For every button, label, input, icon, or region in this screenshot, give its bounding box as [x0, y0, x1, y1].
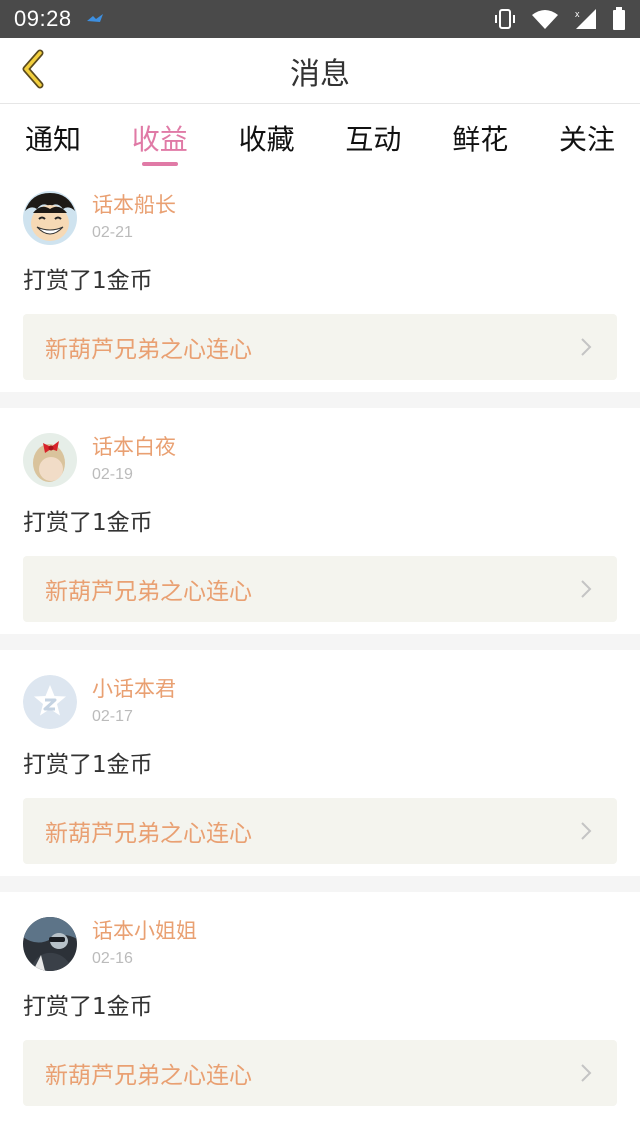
tab-3[interactable]: 互动: [345, 104, 401, 166]
message-text: 打赏了1金币: [23, 268, 153, 294]
card-divider: [0, 392, 640, 408]
book-link[interactable]: 新葫芦兄弟之心连心: [23, 798, 617, 864]
book-link[interactable]: 新葫芦兄弟之心连心: [23, 556, 617, 622]
status-time: 09:28: [14, 6, 72, 31]
book-link[interactable]: 新葫芦兄弟之心连心: [23, 1040, 617, 1106]
message-text: 打赏了1金币: [23, 994, 153, 1020]
tab-label: 收藏: [238, 123, 295, 156]
message-date: 02-21: [92, 224, 133, 241]
book-link[interactable]: 新葫芦兄弟之心连心: [23, 314, 617, 380]
avatar[interactable]: [23, 917, 77, 971]
card-divider: [0, 634, 640, 650]
username[interactable]: 话本白夜: [92, 434, 176, 460]
tab-label: 通知: [25, 123, 82, 156]
tab-0[interactable]: 通知: [25, 104, 81, 166]
signal-icon: x: [574, 8, 598, 30]
chevron-right-icon: [577, 580, 595, 598]
username[interactable]: 话本船长: [92, 192, 176, 218]
feed-card: 话本白夜 02-19 打赏了1金币新葫芦兄弟之心连心: [0, 408, 640, 634]
username[interactable]: 话本小姐姐: [92, 918, 197, 944]
feed-card: 话本小姐姐 02-16 打赏了1金币新葫芦兄弟之心连心: [0, 892, 640, 1118]
tab-1[interactable]: 收益: [132, 104, 188, 166]
username[interactable]: 小话本君: [92, 676, 176, 702]
wifi-icon: [530, 8, 560, 30]
message-date: 02-17: [92, 708, 133, 725]
message-date: 02-19: [92, 466, 133, 483]
chevron-right-icon: [577, 338, 595, 356]
card-header: 话本小姐姐 02-16: [23, 916, 617, 972]
feed-card: 话本船长 02-21 打赏了1金币新葫芦兄弟之心连心: [0, 166, 640, 392]
status-bar: 09:28 x: [0, 0, 640, 38]
message-date: 02-16: [92, 950, 133, 967]
message-text: 打赏了1金币: [23, 752, 153, 778]
app-notification-icon: [86, 12, 106, 26]
battery-icon: [612, 7, 626, 31]
avatar[interactable]: [23, 433, 77, 487]
avatar[interactable]: [23, 675, 77, 729]
message-feed: 话本船长 02-21 打赏了1金币 新葫芦兄弟之心连心 话本白夜 02-19 打赏了1金币新…: [0, 166, 640, 1118]
tab-label: 关注: [558, 123, 615, 156]
tab-4[interactable]: 鲜花: [452, 104, 508, 166]
book-title: 新葫芦兄弟之心连心: [45, 579, 252, 605]
chevron-right-icon: [577, 822, 595, 840]
user-meta: 小话本君 02-17: [92, 676, 176, 728]
back-button[interactable]: [10, 48, 56, 94]
tab-label: 鲜花: [452, 123, 509, 156]
tab-label: 互动: [345, 123, 402, 156]
vibrate-icon: [494, 8, 516, 30]
tab-label: 收益: [131, 123, 188, 156]
tab-5[interactable]: 关注: [559, 104, 615, 166]
feed-card: 小话本君 02-17 打赏了1金币新葫芦兄弟之心连心: [0, 650, 640, 876]
tab-2[interactable]: 收藏: [239, 104, 295, 166]
book-title: 新葫芦兄弟之心连心: [45, 1063, 252, 1089]
card-header: 话本船长 02-21: [23, 190, 617, 246]
tab-bar: 通知 收益 收藏 互动 鲜花 关注: [0, 104, 640, 166]
page-title: 消息: [290, 56, 350, 92]
message-text: 打赏了1金币: [23, 510, 153, 536]
book-title: 新葫芦兄弟之心连心: [45, 821, 252, 847]
nav-bar: 消息: [0, 38, 640, 104]
avatar[interactable]: [23, 191, 77, 245]
card-header: 小话本君 02-17: [23, 674, 617, 730]
status-icons: x: [494, 7, 626, 31]
card-divider: [0, 876, 640, 892]
user-meta: 话本船长 02-21: [92, 192, 176, 244]
user-meta: 话本白夜 02-19: [92, 434, 176, 486]
svg-text:x: x: [575, 9, 580, 19]
user-meta: 话本小姐姐 02-16: [92, 918, 197, 970]
book-title: 新葫芦兄弟之心连心: [45, 337, 252, 363]
chevron-left-icon: [18, 49, 48, 93]
chevron-right-icon: [577, 1064, 595, 1082]
card-header: 话本白夜 02-19: [23, 432, 617, 488]
